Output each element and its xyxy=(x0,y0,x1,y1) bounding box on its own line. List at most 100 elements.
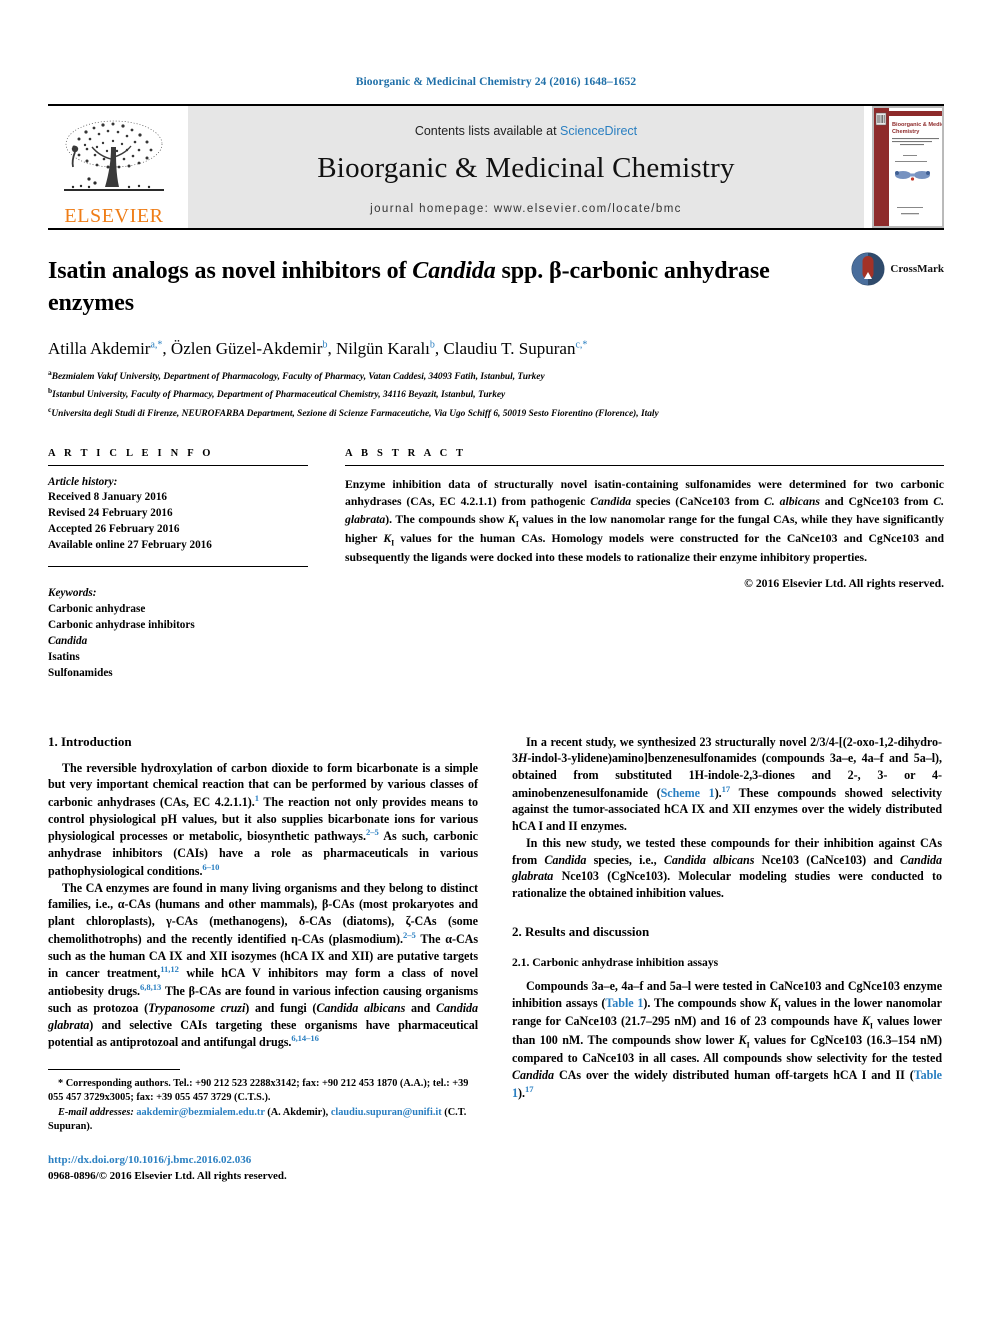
author-4-affil-marker: c,* xyxy=(575,339,588,351)
citation-ref[interactable]: 2–5 xyxy=(366,827,379,837)
keywords-rule xyxy=(48,566,308,568)
right-column: In a recent study, we synthesized 23 str… xyxy=(512,734,942,1185)
body-two-column: 1. Introduction The reversible hydroxyla… xyxy=(48,734,944,1185)
crossmark-badge[interactable]: CrossMark xyxy=(851,252,944,286)
elsevier-logo: ELSEVIER xyxy=(48,106,180,228)
article-history-block: Article history: Received 8 January 2016… xyxy=(48,475,308,555)
rc-p3-seg-h: ). xyxy=(518,1085,525,1100)
table-1-link[interactable]: Table 1 xyxy=(605,996,643,1010)
compound-label-3ae: 3a–e xyxy=(591,978,615,993)
citation-ref[interactable]: 17 xyxy=(722,784,731,794)
article-info-rule xyxy=(48,464,308,466)
compound-label-5al: 5a–l xyxy=(913,751,936,766)
rc-p2-seg-d: Nce103 (CgNce103). Molecular modeling st… xyxy=(512,869,942,901)
rc-p1-seg-b: -indol-3-ylidene)amino]benzenesulfonamid… xyxy=(527,751,830,766)
page-title: Isatin analogs as novel inhibitors of Ca… xyxy=(48,256,808,319)
abstract-column: A B S T R A C T Enzyme inhibition data o… xyxy=(345,448,944,682)
email-link-supuran[interactable]: claudiu.supuran@unifi.it xyxy=(331,1107,442,1118)
abstract-italic-albicans: C. albicans xyxy=(764,495,820,509)
scheme-1-link[interactable]: Scheme 1 xyxy=(661,786,715,800)
journal-title: Bioorganic & Medicinal Chemistry xyxy=(317,151,735,184)
keyword-item: Carbonic anhydrase inhibitors xyxy=(48,618,195,631)
sciencedirect-link[interactable]: ScienceDirect xyxy=(560,124,637,138)
journal-cover-thumbnail[interactable]: Bioorganic & Medicinal Chemistry xyxy=(872,106,944,228)
abstract-rule xyxy=(345,464,944,466)
ki-k: K xyxy=(383,531,392,545)
intro-p2-seg-f: and xyxy=(405,1000,437,1015)
abstract-seg-2: species (CaNce103 from xyxy=(631,495,765,509)
history-accepted: Accepted 26 February 2016 xyxy=(48,523,180,536)
keywords-label: Keywords: xyxy=(48,587,97,600)
rc-p3-seg-c: ). The compounds show xyxy=(643,995,770,1010)
rc-p1-seg-d: ). xyxy=(714,785,722,800)
email-owner-1: (A. Akdemir), xyxy=(264,1106,331,1118)
abstract-heading: A B S T R A C T xyxy=(345,447,467,459)
keyword-item: Carbonic anhydrase xyxy=(48,602,146,615)
email-addresses-note: E-mail addresses: aakdemir@bezmialem.edu… xyxy=(48,1106,478,1134)
rc-p3-sep-2: and xyxy=(643,978,670,993)
journal-article-first-page: Bioorganic & Medicinal Chemistry 24 (201… xyxy=(0,0,992,1323)
rc-p2-seg-c: Nce103 (CaNce103) and xyxy=(754,852,901,867)
ki-k: K xyxy=(507,512,516,526)
intro-paragraph-1: The reversible hydroxylation of carbon d… xyxy=(48,760,478,880)
section-heading-introduction: 1. Introduction xyxy=(48,733,132,749)
history-revised: Revised 24 February 2016 xyxy=(48,507,173,520)
keyword-item: Isatins xyxy=(48,650,80,663)
italic-candida-albicans: Candida albicans xyxy=(316,1000,406,1015)
affiliation-a-text: Bezmialem Vakıf University, Department o… xyxy=(51,372,545,383)
subsection-heading-assays: 2.1. Carbonic anhydrase inhibition assay… xyxy=(512,955,719,969)
citation-ref[interactable]: 6,8,13 xyxy=(140,982,161,992)
email-link-akdemir[interactable]: aakdemir@bezmialem.edu.tr xyxy=(136,1107,264,1118)
ki-symbol: KI xyxy=(739,1033,750,1049)
history-received: Received 8 January 2016 xyxy=(48,491,168,504)
rc-p3-seg-g: CAs over the widely distributed human of… xyxy=(554,1067,914,1082)
affiliation-list: aBezmialem Vakıf University, Department … xyxy=(48,367,944,421)
rc-p2-seg-b: species, i.e., xyxy=(586,852,664,867)
contents-list-line: Contents lists available at ScienceDirec… xyxy=(415,124,637,138)
section-heading-results: 2. Results and discussion xyxy=(512,923,650,939)
crossmark-label: CrossMark xyxy=(890,263,944,275)
citation-ref[interactable]: 6–10 xyxy=(202,862,219,872)
journal-homepage-link[interactable]: journal homepage: www.elsevier.com/locat… xyxy=(370,203,682,215)
affiliation-b: bIstanbul University, Faculty of Pharmac… xyxy=(48,385,944,403)
title-block: CrossMark Isatin analogs as novel inhibi… xyxy=(48,252,944,422)
left-column: 1. Introduction The reversible hydroxyla… xyxy=(48,734,478,1185)
title-italic-species: Candida xyxy=(412,258,496,284)
svg-text:Bioorganic & Medicinal: Bioorganic & Medicinal xyxy=(892,122,943,128)
running-head: Bioorganic & Medicinal Chemistry 24 (201… xyxy=(355,76,637,88)
right-paragraph-1: In a recent study, we synthesized 23 str… xyxy=(512,734,942,835)
journal-masthead: ELSEVIER Contents lists available at Sci… xyxy=(48,106,944,228)
author-1-affil-marker: a,* xyxy=(150,339,163,351)
ki-symbol: KI xyxy=(507,512,519,528)
article-info-column: A R T I C L E I N F O Article history: R… xyxy=(48,448,308,682)
italic-trypanosome: Trypanosome cruzi xyxy=(148,1000,246,1015)
citation-ref[interactable]: 11,12 xyxy=(160,964,179,974)
citation-ref[interactable]: 17 xyxy=(525,1084,534,1094)
title-part-1: Isatin analogs as novel inhibitors of xyxy=(48,258,413,284)
right-paragraph-2: In this new study, we tested these compo… xyxy=(512,835,942,902)
citation-ref[interactable]: 2–5 xyxy=(403,930,416,940)
issn-copyright-line: 0968-0896/© 2016 Elsevier Ltd. All right… xyxy=(48,1169,287,1182)
elsevier-wordmark: ELSEVIER xyxy=(64,205,164,227)
ki-symbol: KI xyxy=(861,1014,873,1030)
doi-link[interactable]: http://dx.doi.org/10.1016/j.bmc.2016.02.… xyxy=(48,1153,478,1169)
abstract-seg-3: and CgNce103 from xyxy=(819,495,934,509)
italic-candida-albicans: Candida albicans xyxy=(663,852,755,867)
svg-text:Chemistry: Chemistry xyxy=(892,129,920,135)
abstract-seg-4: ). The compounds show xyxy=(385,512,508,526)
author-2: Özlen Güzel-Akdemir xyxy=(170,339,323,359)
ki-k: K xyxy=(769,995,778,1010)
abstract-seg-6: values for the human CAs. Homology model… xyxy=(345,531,944,565)
rc-p1-sep-2: and xyxy=(883,751,914,766)
italic-candida: Candida xyxy=(512,1067,554,1082)
ki-symbol: KI xyxy=(769,995,781,1012)
compound-label-5al: 5a–l xyxy=(669,978,692,993)
ki-k: K xyxy=(861,1014,870,1029)
corresponding-author-note: * Corresponding authors. Tel.: +90 212 5… xyxy=(48,1078,469,1104)
author-3: Nilgün Karalı xyxy=(335,339,430,359)
author-sep-2: , xyxy=(327,339,336,359)
history-available-online: Available online 27 February 2016 xyxy=(48,539,212,552)
citation-ref[interactable]: 6,14–16 xyxy=(291,1033,319,1043)
affiliation-c: cUniversita degli Studi di Firenze, NEUR… xyxy=(48,404,944,422)
crossmark-icon xyxy=(851,252,885,286)
